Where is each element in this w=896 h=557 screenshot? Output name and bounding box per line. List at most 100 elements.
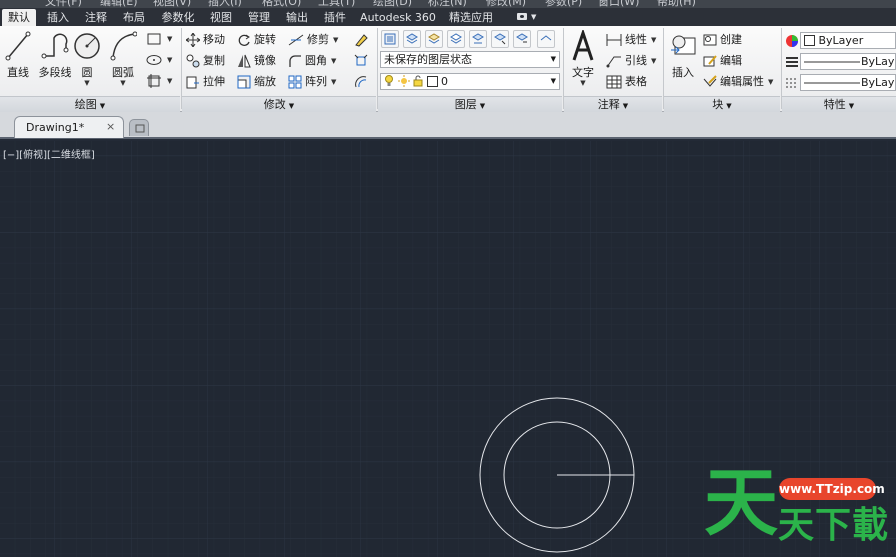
circle-button[interactable]: 圆 ▼ [72, 30, 102, 87]
new-drawing-tab[interactable] [129, 119, 149, 136]
sun-icon [397, 75, 410, 87]
tab-insert[interactable]: 插入 [42, 9, 74, 26]
ellipse-caret[interactable]: ▼ [163, 51, 172, 69]
menu-bar: 文件(F) 编辑(E) 视图(V) 插入(I) 格式(O) 工具(T) 绘图(D… [0, 0, 896, 8]
menu-draw[interactable]: 绘图(D) [373, 0, 412, 8]
rectangle-caret[interactable]: ▼ [163, 30, 172, 48]
stretch-button[interactable]: 拉伸 [186, 73, 225, 91]
text-dropdown-caret[interactable]: ▼ [568, 80, 598, 87]
properties-panel-title[interactable]: 特性 ▼ [782, 96, 896, 112]
rotate-icon [238, 34, 250, 46]
circle-dropdown-caret[interactable]: ▼ [72, 80, 102, 87]
layer-freeze-icon[interactable] [469, 30, 487, 48]
leader-button[interactable]: 引线 ▼ [606, 52, 656, 70]
polyline-button[interactable]: 多段线 [35, 30, 75, 80]
document-tab[interactable]: Drawing1* × [14, 116, 124, 138]
tab-default[interactable]: 默认 [2, 9, 36, 26]
tab-parametric[interactable]: 参数化 [156, 9, 200, 26]
scale-icon [237, 75, 251, 89]
menu-tools[interactable]: 工具(T) [318, 0, 355, 8]
array-icon [288, 75, 302, 89]
modify-panel-title[interactable]: 修改 ▼ [182, 96, 376, 112]
linetype-select[interactable]: ByLayer [800, 74, 896, 91]
linear-dimension-button[interactable]: 线性 ▼ [606, 31, 656, 49]
hatch-icon[interactable] [145, 72, 163, 90]
move-label: 移动 [203, 33, 225, 46]
lineweight-icon[interactable] [783, 53, 801, 71]
tab-annotate[interactable]: 注释 [80, 9, 112, 26]
layer-unisolate-icon[interactable] [447, 30, 465, 48]
block-panel-title[interactable]: 块 ▼ [664, 96, 780, 112]
scale-button[interactable]: 缩放 [237, 73, 276, 91]
line-button[interactable]: 直线 [3, 30, 33, 80]
tab-options-caret[interactable]: ▼ [531, 13, 536, 21]
menu-help[interactable]: 帮助(H) [657, 0, 696, 8]
erase-icon[interactable] [352, 31, 370, 49]
create-block-button[interactable]: 创建 [703, 31, 742, 49]
tab-autodesk-360[interactable]: Autodesk 360 [358, 9, 438, 26]
menu-view[interactable]: 视图(V) [153, 0, 191, 8]
edit-block-button[interactable]: 编辑 [703, 52, 742, 70]
menu-dimension[interactable]: 标注(N) [428, 0, 467, 8]
trim-button[interactable]: 修剪 ▼ [288, 31, 338, 49]
layer-state-icon[interactable] [403, 30, 421, 48]
arc-icon [110, 31, 137, 61]
camera-icon[interactable] [517, 13, 527, 20]
draw-panel-title[interactable]: 绘图 ▼ [0, 96, 180, 112]
fillet-button[interactable]: 圆角 ▼ [288, 52, 336, 70]
rectangle-icon[interactable] [145, 30, 163, 48]
menu-window[interactable]: 窗口(W) [598, 0, 639, 8]
offset-icon[interactable] [352, 73, 370, 91]
hatch-caret[interactable]: ▼ [163, 72, 172, 90]
edit-block-icon [703, 55, 717, 67]
ellipse-icon[interactable] [145, 51, 163, 69]
close-document-icon[interactable]: × [106, 120, 115, 133]
annotation-panel-title[interactable]: 注释 ▼ [564, 96, 662, 112]
explode-icon[interactable] [352, 52, 370, 70]
layer-off-icon[interactable] [491, 30, 509, 48]
layer-lock-icon[interactable] [513, 30, 531, 48]
tab-layout[interactable]: 布局 [118, 9, 150, 26]
tab-output[interactable]: 输出 [281, 9, 313, 26]
menu-format[interactable]: 格式(O) [262, 0, 301, 8]
create-block-icon [703, 34, 717, 46]
linetype-value: ByLayer [861, 76, 895, 89]
layers-panel-title[interactable]: 图层 ▼ [378, 96, 562, 112]
layer-properties-icon[interactable] [381, 30, 399, 48]
copy-label: 复制 [203, 54, 225, 67]
tab-manage[interactable]: 管理 [243, 9, 275, 26]
leader-label: 引线 [625, 54, 647, 67]
layer-isolate-icon[interactable] [425, 30, 443, 48]
mirror-button[interactable]: 镜像 [237, 52, 276, 70]
arc-dropdown-caret[interactable]: ▼ [106, 80, 140, 87]
insert-block-button[interactable]: 插入 [668, 30, 698, 80]
tab-featured-apps[interactable]: 精选应用 [444, 9, 498, 26]
menu-parametric[interactable]: 参数(P) [545, 0, 582, 8]
menu-file[interactable]: 文件(F) [45, 0, 82, 8]
lightbulb-icon [385, 75, 393, 86]
arc-button[interactable]: 圆弧 ▼ [106, 30, 140, 87]
color-select[interactable]: ByLayer [800, 32, 896, 49]
layer-select[interactable]: 0 ▼ [380, 73, 560, 90]
layer-state-select[interactable]: 未保存的图层状态 ▼ [380, 51, 560, 68]
linetype-icon[interactable] [783, 74, 801, 92]
copy-button[interactable]: 复制 [186, 52, 225, 70]
menu-edit[interactable]: 编辑(E) [100, 0, 138, 8]
watermark-text: 天下載 [778, 505, 890, 546]
stretch-label: 拉伸 [203, 75, 225, 88]
edit-attributes-button[interactable]: 编辑属性 ▼ [703, 73, 773, 91]
array-button[interactable]: 阵列 ▼ [288, 73, 336, 91]
menu-insert[interactable]: 插入(I) [208, 0, 242, 8]
match-properties-icon[interactable] [783, 32, 801, 50]
tab-plugins[interactable]: 插件 [319, 9, 351, 26]
rotate-button[interactable]: 旋转 [237, 31, 276, 49]
text-button[interactable]: 文字 ▼ [568, 30, 598, 87]
menu-modify[interactable]: 修改(M) [486, 0, 526, 8]
layer-match-icon[interactable] [537, 30, 555, 48]
modify-panel-title-label: 修改 [263, 98, 286, 111]
move-button[interactable]: 移动 [186, 31, 225, 49]
table-button[interactable]: 表格 [606, 73, 647, 91]
lineweight-select[interactable]: ByLayer [800, 53, 896, 70]
tab-view[interactable]: 视图 [205, 9, 237, 26]
layer-color-swatch [426, 76, 438, 87]
